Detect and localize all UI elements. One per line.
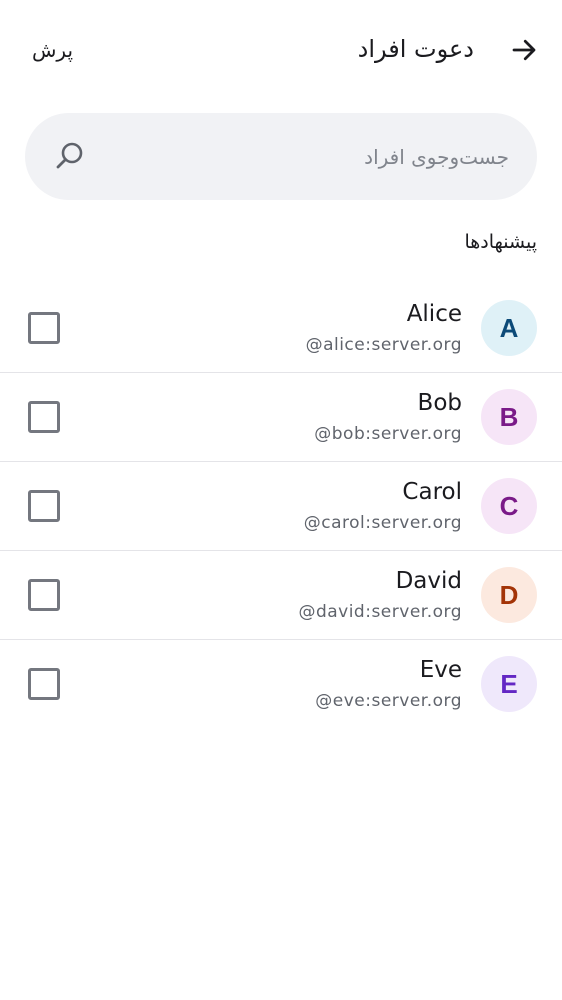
list-item[interactable]: C Carol @carol:server.org <box>0 462 562 551</box>
search-icon <box>56 142 83 169</box>
skip-button[interactable]: پرش <box>32 36 73 64</box>
suggestions-heading: پیشنهادها <box>464 231 537 253</box>
avatar-initial: A <box>499 312 519 343</box>
avatar-initial: D <box>499 579 519 610</box>
search-bar <box>25 113 537 200</box>
user-id: @bob:server.org <box>314 424 462 444</box>
select-checkbox[interactable] <box>28 401 60 433</box>
avatar-initial: B <box>499 401 519 432</box>
search-input[interactable] <box>107 133 511 181</box>
user-name: David <box>395 568 462 594</box>
user-name: Eve <box>419 657 462 683</box>
avatar: D <box>481 567 537 623</box>
avatar-initial: C <box>499 490 519 521</box>
avatar: B <box>481 389 537 445</box>
select-checkbox[interactable] <box>28 579 60 611</box>
list-item[interactable]: A Alice @alice:server.org <box>0 284 562 373</box>
suggestions-list: A Alice @alice:server.org B Bob @bob:ser… <box>0 284 562 728</box>
avatar: A <box>481 300 537 356</box>
list-item[interactable]: B Bob @bob:server.org <box>0 373 562 462</box>
user-name: Carol <box>402 479 462 505</box>
select-checkbox[interactable] <box>28 490 60 522</box>
top-app-bar: دعوت افراد پرش <box>0 0 562 100</box>
avatar: C <box>481 478 537 534</box>
arrow-right-icon <box>512 39 536 61</box>
user-name: Bob <box>417 390 462 416</box>
list-item[interactable]: E Eve @eve:server.org <box>0 640 562 728</box>
avatar-initial: E <box>500 668 518 699</box>
back-button[interactable] <box>504 30 544 70</box>
select-checkbox[interactable] <box>28 668 60 700</box>
list-item[interactable]: D David @david:server.org <box>0 551 562 640</box>
user-id: @carol:server.org <box>303 513 462 533</box>
select-checkbox[interactable] <box>28 312 60 344</box>
page-title: دعوت افراد <box>357 35 474 63</box>
avatar: E <box>481 656 537 712</box>
user-id: @alice:server.org <box>305 335 462 355</box>
user-name: Alice <box>406 301 462 327</box>
user-id: @david:server.org <box>298 602 462 622</box>
user-id: @eve:server.org <box>315 691 462 711</box>
